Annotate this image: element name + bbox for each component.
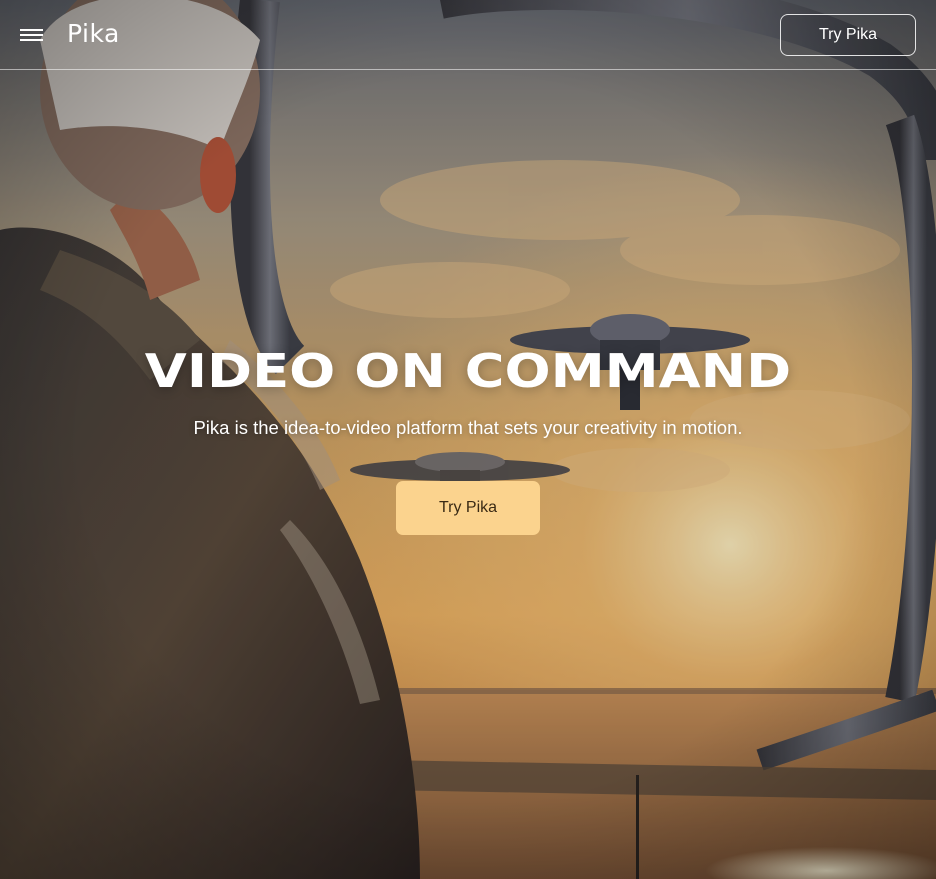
top-nav: Pika Try Pika	[0, 0, 936, 70]
hero-title: VIDEO ON COMMAND	[144, 344, 792, 398]
hero-subtitle: Pika is the idea-to-video platform that …	[193, 417, 743, 438]
landing-page: Pika Try Pika VIDEO ON COMMAND Pika is t…	[0, 0, 936, 879]
try-pika-header-button[interactable]: Try Pika	[780, 14, 916, 56]
hamburger-menu-icon[interactable]	[20, 26, 44, 44]
try-pika-hero-button[interactable]: Try Pika	[396, 481, 540, 535]
menu-line	[20, 29, 43, 31]
pika-logo[interactable]: Pika	[67, 18, 120, 50]
menu-line	[20, 34, 43, 36]
menu-line	[20, 39, 43, 41]
